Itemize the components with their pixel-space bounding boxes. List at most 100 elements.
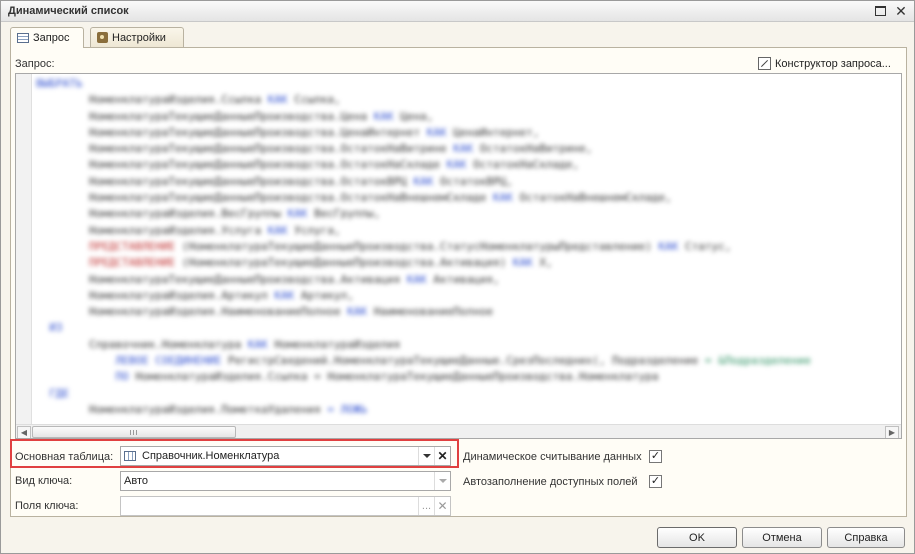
query-token: Услуга,: [287, 223, 341, 237]
query-line: ПРЕДСТАВЛЕНИЕ (НоменклатураТекущиеДанные…: [36, 239, 811, 255]
query-line: НоменклатураИзделия.ВесГруппы КАК ВесГру…: [36, 206, 811, 222]
query-token: НоменклатураИзделия: [267, 337, 401, 351]
query-token: ВЫБРАТЬ: [36, 77, 83, 90]
query-token: НаименованиеПолное: [367, 305, 493, 319]
main-table-dropdown[interactable]: [418, 447, 434, 465]
query-constructor-button[interactable]: Конструктор запроса...: [758, 57, 891, 70]
query-token: КАК: [347, 305, 368, 319]
autofill-checkbox[interactable]: ✓: [649, 475, 662, 488]
catalog-icon: [124, 451, 136, 461]
dynamic-read-checkbox[interactable]: ✓: [649, 450, 662, 463]
query-token: Цена,: [393, 109, 434, 123]
main-table-label: Основная таблица:: [15, 451, 114, 463]
query-token: НоменклатураИзделия.Ссылка = Номенклатур…: [128, 370, 659, 384]
query-token: НоменклатураТекущиеДанныеПроизводства.Ос…: [36, 191, 493, 205]
query-line: ВЫБРАТЬ: [36, 76, 811, 92]
key-fields-label: Поля ключа:: [15, 500, 79, 512]
query-editor[interactable]: ВЫБРАТЬ НоменклатураИзделия.Ссылка КАК С…: [15, 73, 902, 439]
query-token: РегистрСведений.НоменклатураТекущиеДанны…: [221, 354, 705, 368]
query-line: НоменклатураИзделия.Артикул КАК Артикул,: [36, 288, 811, 304]
key-fields-clear[interactable]: ✕: [434, 497, 450, 515]
query-line: ПО НоменклатураИзделия.Ссылка = Номенкла…: [36, 369, 811, 385]
query-line: НоменклатураТекущиеДанныеПроизводства.Ак…: [36, 272, 811, 288]
window-title: Динамический список: [8, 5, 129, 17]
key-type-field[interactable]: Авто: [120, 471, 451, 491]
table-icon: [17, 33, 29, 43]
horizontal-scrollbar[interactable]: ◀ ▶: [16, 424, 901, 438]
scrollbar-thumb[interactable]: [32, 426, 236, 438]
tab-settings-label: Настройки: [112, 31, 166, 44]
query-line: ГДЕ: [36, 386, 811, 402]
main-table-clear[interactable]: ✕: [434, 447, 450, 465]
query-token: = &Подразделение: [704, 354, 811, 368]
tab-query[interactable]: Запрос: [10, 27, 84, 48]
query-label: Запрос:: [15, 58, 55, 70]
query-token: ПРЕДСТАВЛЕНИЕ: [36, 239, 176, 253]
clear-icon: ✕: [437, 499, 448, 513]
main-table-value: Справочник.Номенклатура: [142, 450, 280, 462]
key-type-dropdown[interactable]: [434, 472, 450, 490]
query-token: КАК: [274, 288, 295, 302]
editor-gutter: [16, 74, 32, 424]
query-token: ЦенаИнтернет,: [446, 125, 540, 139]
query-token: НоменклатураИзделия.Услуга: [36, 223, 268, 237]
clear-icon: ✕: [437, 449, 448, 463]
query-line: ЛЕВОЕ СОЕДИНЕНИЕ РегистрСведений.Номенкл…: [36, 353, 811, 369]
query-token: Справочник.Номенклатура: [36, 337, 248, 351]
query-token: ЛЕВОЕ СОЕДИНЕНИЕ: [36, 354, 222, 368]
query-line: НоменклатураТекущиеДанныеПроизводства.Ос…: [36, 190, 811, 206]
ok-button[interactable]: OK: [657, 527, 737, 548]
query-token: КАК: [267, 223, 288, 237]
query-token: Статус,: [678, 239, 732, 253]
scroll-right-icon[interactable]: ▶: [885, 426, 899, 438]
scroll-left-icon[interactable]: ◀: [17, 426, 31, 438]
query-token: (НоменклатураТекущиеДанныеПроизводства.С…: [175, 239, 659, 253]
query-line: НоменклатураТекущиеДанныеПроизводства.Це…: [36, 109, 811, 125]
query-text: ВЫБРАТЬ НоменклатураИзделия.Ссылка КАК С…: [36, 76, 811, 418]
query-token: Активация,: [426, 272, 500, 286]
query-token: = ЛОЖЬ: [327, 402, 368, 416]
query-line: НоменклатураТекущиеДанныеПроизводства.Ос…: [36, 157, 811, 173]
query-token: НоменклатураИзделия.Артикул: [36, 288, 275, 302]
cancel-button[interactable]: Отмена: [742, 527, 822, 548]
query-token: КАК: [492, 191, 513, 205]
key-fields-select-button[interactable]: ...: [418, 497, 434, 515]
query-line: НоменклатураТекущиеДанныеПроизводства.Ос…: [36, 174, 811, 190]
query-constructor-label: Конструктор запроса...: [775, 57, 891, 70]
maximize-icon[interactable]: [873, 4, 887, 18]
query-token: КАК: [406, 272, 427, 286]
query-token: ГДЕ: [36, 386, 70, 400]
autofill-label: Автозаполнение доступных полей: [463, 476, 638, 488]
checkmark-icon: ✓: [650, 475, 661, 487]
query-token: КАК: [453, 142, 474, 156]
close-icon[interactable]: ✕: [894, 4, 908, 18]
settings-icon: [97, 32, 108, 43]
query-token: Ссылка,: [287, 93, 341, 107]
query-token: КАК: [413, 174, 434, 188]
query-line: НоменклатураТекущиеДанныеПроизводства.Ос…: [36, 141, 811, 157]
query-token: КАК: [426, 125, 447, 139]
query-token: НоменклатураТекущиеДанныеПроизводства.Це…: [36, 125, 427, 139]
dynamic-read-label: Динамическое считывание данных: [463, 451, 642, 463]
dynamic-list-dialog: Динамический список ✕ Запрос Настройки З…: [0, 0, 915, 554]
query-token: НоменклатураТекущиеДанныеПроизводства.Ос…: [36, 142, 454, 156]
query-line: ИЗ: [36, 320, 811, 336]
query-token: НоменклатураИзделия.ВесГруппы: [36, 207, 288, 221]
main-table-field[interactable]: Справочник.Номенклатура ✕: [120, 446, 451, 466]
query-token: ВесГруппы,: [307, 207, 381, 221]
query-line: НоменклатураТекущиеДанныеПроизводства.Це…: [36, 125, 811, 141]
query-token: ПО: [36, 370, 129, 384]
query-token: Артикул,: [294, 288, 354, 302]
query-token: НоменклатураИзделия.Ссылка: [36, 93, 268, 107]
key-fields-field[interactable]: ... ✕: [120, 496, 451, 516]
query-token: КАК: [658, 239, 679, 253]
query-token: НоменклатураТекущиеДанныеПроизводства.Ос…: [36, 174, 414, 188]
query-token: КАК: [287, 207, 308, 221]
query-token: ОстатокНаСкладе,: [466, 158, 580, 172]
help-button[interactable]: Справка: [827, 527, 905, 548]
query-token: НоменклатураИзделия.ПометкаУдаления: [36, 402, 328, 416]
chevron-down-icon: [422, 454, 431, 458]
tab-settings[interactable]: Настройки: [90, 27, 184, 47]
query-token: Х,: [532, 256, 553, 270]
query-token: ОстатокНаВитрине,: [473, 142, 593, 156]
